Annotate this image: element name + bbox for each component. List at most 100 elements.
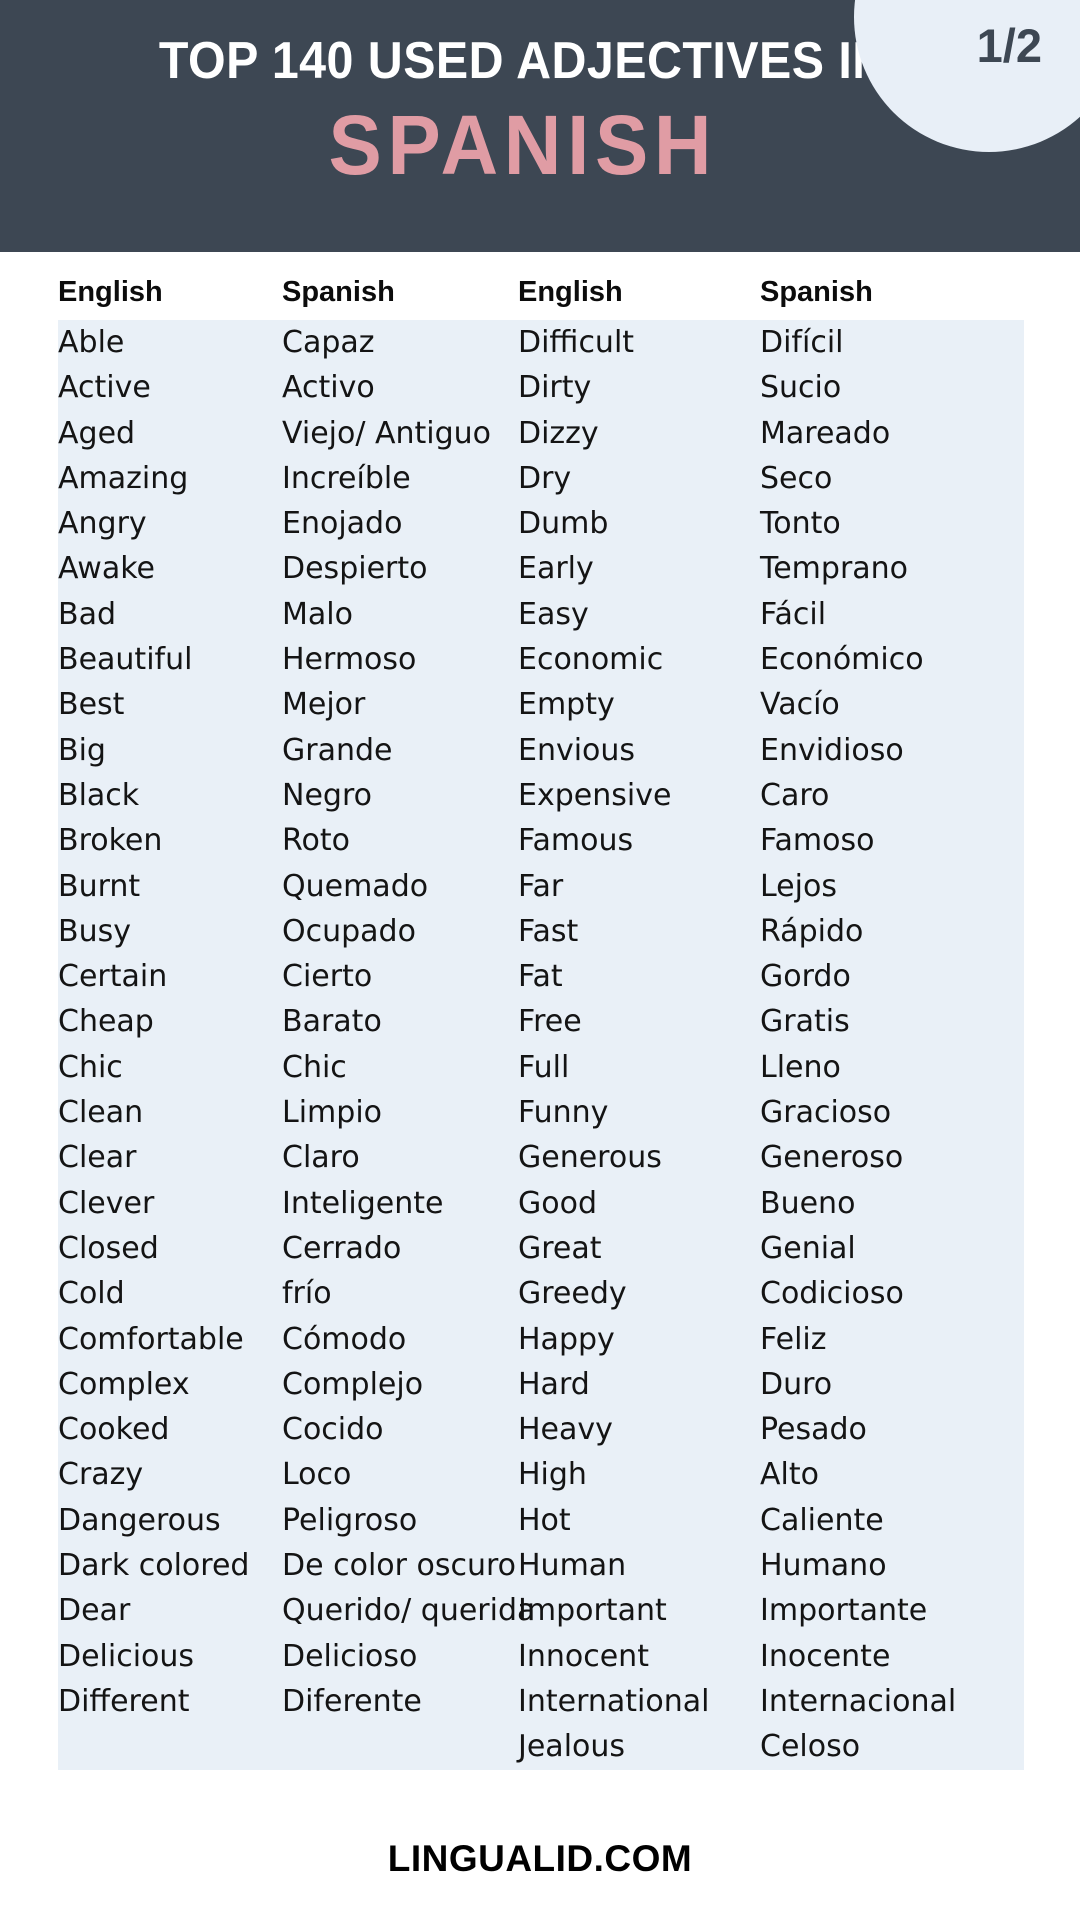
table-cell: Increíble (282, 460, 411, 496)
table-cell: Famous (518, 823, 634, 859)
table-cell: Genial (760, 1230, 856, 1266)
table-cell: Busy (58, 913, 131, 949)
infographic-page: 1/2 TOP 140 USED ADJECTIVES IN SPANISH E… (0, 0, 1080, 1920)
table-cell: Ocupado (282, 913, 416, 949)
table-cell: Big (58, 732, 106, 768)
table-cell: Delicioso (282, 1638, 418, 1674)
table-cell: Aged (58, 415, 136, 451)
table-cell: High (518, 1457, 587, 1493)
table-cell: Dizzy (518, 415, 599, 451)
table-cell: Burnt (58, 868, 141, 904)
table-cell: Dark colored (58, 1548, 250, 1584)
table-header-row: English Spanish English Spanish (58, 276, 1024, 309)
table-body: Able Active Aged Amazing Angry Awake Bad Beauti… (58, 320, 1024, 1770)
table-cell: Enojado (282, 506, 403, 542)
table-cell: De color oscuro (282, 1548, 517, 1584)
table-cell: Chic (282, 1049, 347, 1085)
table-cell: Cierto (282, 959, 373, 995)
table-cell: Complex (58, 1366, 190, 1402)
table-cell: Gordo (760, 959, 851, 995)
table-cell: Lleno (760, 1049, 841, 1085)
table-cell: Roto (282, 823, 350, 859)
table-cell: Caliente (760, 1502, 884, 1538)
table-cell: Crazy (58, 1457, 144, 1493)
table-cell: Cooked (58, 1412, 170, 1448)
table-cell: Difícil (760, 325, 844, 360)
table-cell: Sucio (760, 370, 842, 406)
table-cell: Barato (282, 1004, 382, 1040)
table-cell: Able (58, 325, 125, 360)
table-cell: Certain (58, 959, 168, 995)
table-cell: Fácil (760, 596, 827, 632)
table-cell: Fat (518, 959, 563, 995)
table-cell: Hot (518, 1502, 571, 1538)
table-cell: Innocent (518, 1638, 649, 1674)
table-cell: Grande (282, 732, 393, 768)
table-cell: Empty (518, 687, 615, 723)
table-cell: Dirty (518, 370, 592, 406)
table-cell: Difficult (518, 325, 635, 360)
table-cell: Jealous (518, 1729, 626, 1765)
table-cell: Claro (282, 1140, 360, 1176)
table-cell: Awake (58, 551, 155, 587)
table-cell: Inocente (760, 1638, 891, 1674)
table-cell: Duro (760, 1366, 833, 1402)
table-cell: Easy (518, 596, 589, 632)
table-cell: Envious (518, 732, 636, 768)
column-english-1: Able Active Aged Amazing Angry Awake Bad Beauti… (58, 320, 282, 1770)
table-cell: Early (518, 551, 594, 587)
table-cell: Quemado (282, 868, 429, 904)
table-cell: Vacío (760, 687, 840, 723)
table-cell: Good (518, 1185, 597, 1221)
table-cell: Angry (58, 506, 147, 542)
table-cell: Gratis (760, 1004, 850, 1040)
table-cell: Best (58, 687, 125, 723)
table-cell: Dear (58, 1593, 131, 1629)
header-banner: 1/2 TOP 140 USED ADJECTIVES IN SPANISH (0, 0, 1080, 252)
column-header-spanish-1: Spanish (282, 276, 395, 308)
table-cell: Famoso (760, 823, 875, 859)
table-cell: Comfortable (58, 1321, 244, 1357)
table-cell: Happy (518, 1321, 615, 1357)
table-cell: Closed (58, 1230, 159, 1266)
table-cell: Dumb (518, 506, 609, 542)
table-cell: Mareado (760, 415, 891, 451)
table-cell: Inteligente (282, 1185, 444, 1221)
table-cell: Clean (58, 1095, 144, 1131)
column-spanish-2: Difícil Sucio Mareado Seco Tonto Temprano Fáci… (760, 320, 1024, 1770)
table-cell: Feliz (760, 1321, 827, 1357)
table-cell: Limpio (282, 1095, 383, 1131)
table-cell: Far (518, 868, 564, 904)
table-cell: Activo (282, 370, 375, 406)
column-header-english-2: English (518, 276, 623, 308)
table-cell: Bad (58, 596, 117, 632)
table-cell: Funny (518, 1095, 609, 1131)
table-cell: Mejor (282, 687, 366, 723)
table-cell: Temprano (760, 551, 909, 587)
table-cell: Cómodo (282, 1321, 407, 1357)
table-cell: Great (518, 1230, 602, 1266)
table-cell: Chic (58, 1049, 123, 1085)
column-spanish-1: Capaz Activo Viejo/ Antiguo Increíble Enojad… (282, 320, 535, 1770)
table-cell: Generous (518, 1140, 662, 1176)
site-brand-label: LINGUALID.COM (387, 1838, 693, 1879)
table-cell: frío (282, 1276, 332, 1312)
table-cell: Clear (58, 1140, 137, 1176)
table-cell: Complejo (282, 1366, 424, 1402)
table-cell: Gracioso (760, 1095, 892, 1131)
table-cell: Peligroso (282, 1502, 418, 1538)
table-cell: Beautiful (58, 642, 193, 678)
column-header-spanish-2: Spanish (760, 276, 873, 308)
table-cell: Lejos (760, 868, 837, 904)
table-cell: Greedy (518, 1276, 627, 1312)
table-cell: Celoso (760, 1729, 861, 1765)
table-cell: Envidioso (760, 732, 904, 768)
table-cell: Malo (282, 596, 353, 632)
table-cell: Different (58, 1683, 190, 1719)
footer: LINGUALID.COM (0, 1838, 1080, 1880)
table-cell: Broken (58, 823, 163, 859)
table-cell: Rápido (760, 913, 864, 949)
table-cell: Free (518, 1004, 582, 1040)
table-cell: Cold (58, 1276, 125, 1312)
table-cell: Hermoso (282, 642, 417, 678)
